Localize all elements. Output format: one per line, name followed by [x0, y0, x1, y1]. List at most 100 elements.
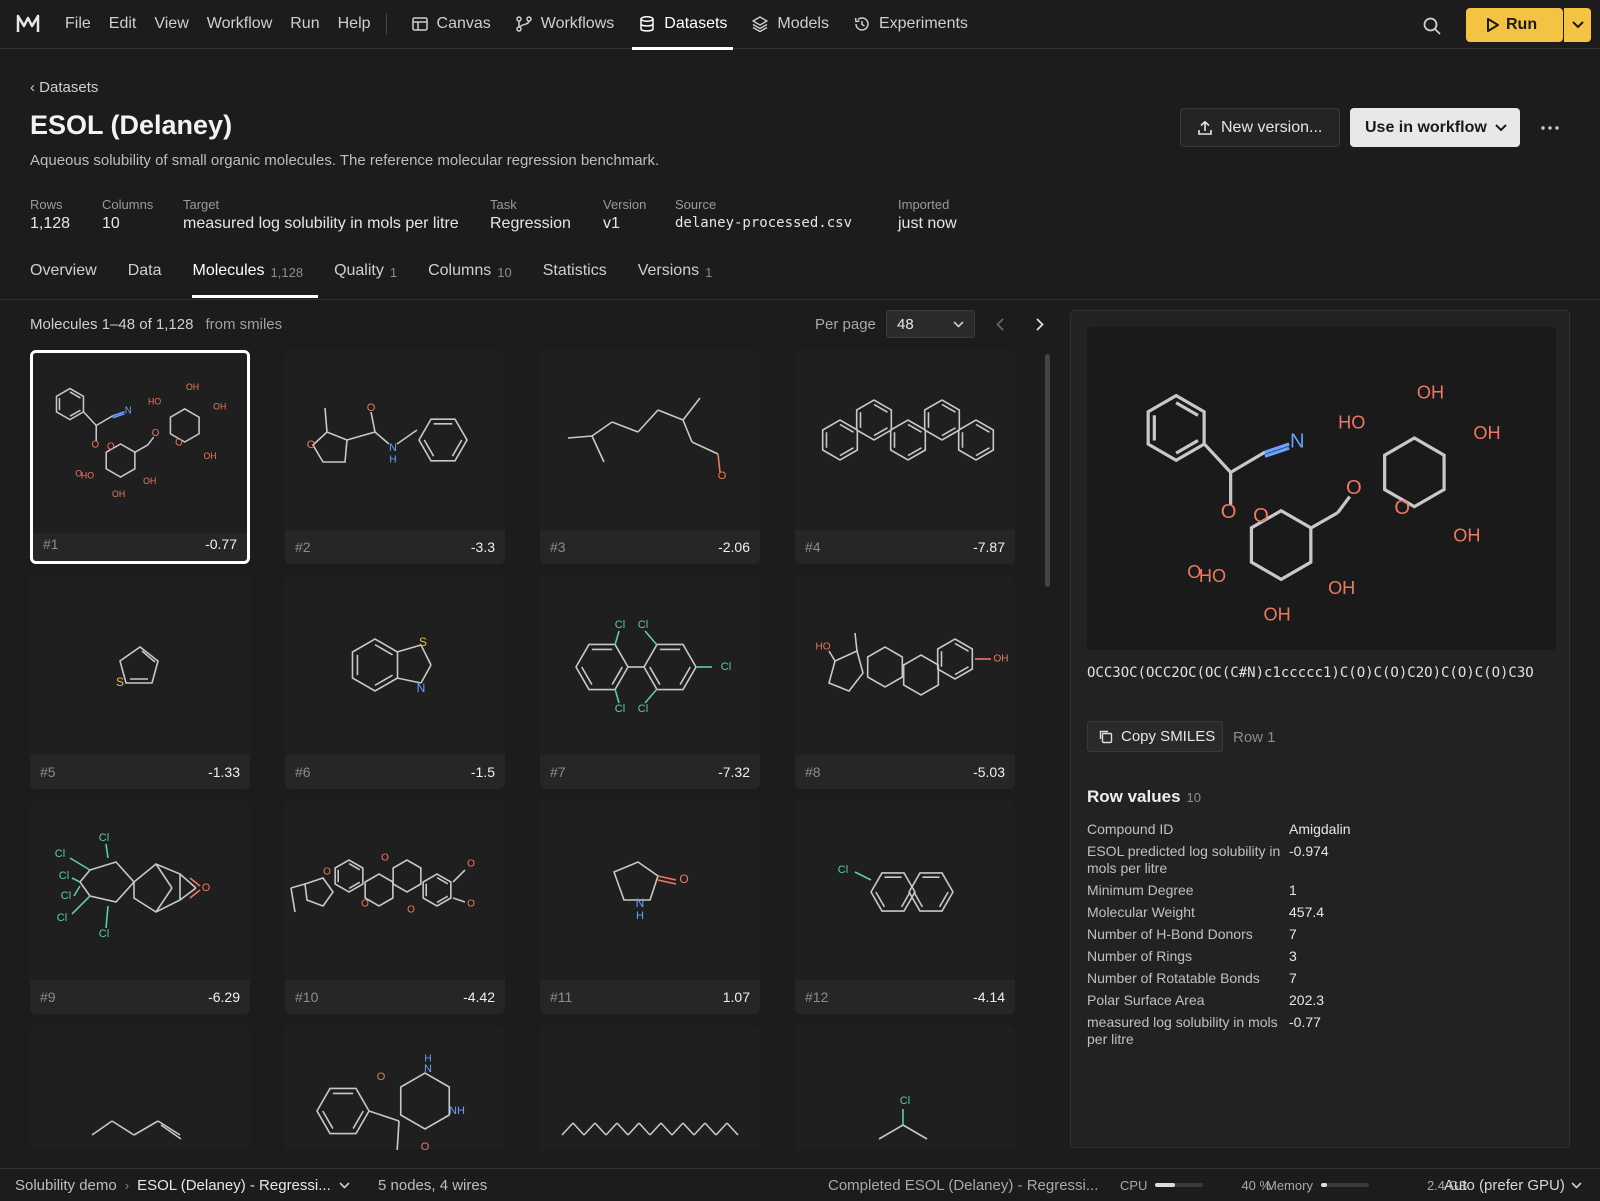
svg-text:Cl: Cl: [721, 661, 731, 673]
molecule-card[interactable]: N O O O O HO OH OH OH HO OH OH O #1 -0.77: [30, 350, 250, 564]
previous-page-button[interactable]: [989, 312, 1011, 336]
row-value-item: Molecular Weight 457.4: [1087, 904, 1557, 921]
nav-tab-experiments[interactable]: Experiments: [841, 0, 980, 49]
molecule-card[interactable]: O #3 -2.06: [540, 350, 760, 564]
tab-versions[interactable]: Versions 1: [638, 262, 728, 298]
molecule-card[interactable]: HO OH #8 -5.03: [795, 575, 1015, 789]
molecule-structure: [540, 1025, 760, 1150]
per-page-select[interactable]: 48: [886, 310, 975, 338]
breadcrumb[interactable]: ‹ Datasets: [30, 79, 98, 96]
nav-tab-datasets[interactable]: Datasets: [626, 0, 739, 50]
nav-tab-canvas[interactable]: Canvas: [399, 0, 503, 49]
svg-text:O: O: [679, 872, 688, 886]
chevron-down-icon[interactable]: [339, 1181, 350, 1189]
menu-run[interactable]: Run: [281, 15, 328, 33]
target-value: -4.42: [463, 989, 495, 1005]
molecule-card-footer: #1 -0.77: [33, 527, 247, 561]
molecule-structure: O: [540, 350, 760, 530]
svg-text:N: N: [417, 681, 426, 695]
tab-molecules[interactable]: Molecules 1,128: [192, 262, 318, 298]
svg-text:Cl: Cl: [615, 619, 625, 631]
grid-scrollbar[interactable]: [1045, 354, 1050, 587]
row-value-key: Polar Surface Area: [1087, 992, 1205, 1008]
project-name[interactable]: Solubility demo: [15, 1177, 117, 1194]
molecule-card[interactable]: O O O O O O #10 -4.42: [285, 800, 505, 1014]
nav-tab-models[interactable]: Models: [739, 0, 841, 49]
run-options-button[interactable]: [1563, 8, 1591, 42]
workflow-selector[interactable]: ESOL (Delaney) - Regressi...: [137, 1177, 331, 1194]
tab-label: Molecules: [192, 262, 265, 279]
svg-text:Cl: Cl: [838, 864, 848, 876]
copy-smiles-label: Copy SMILES: [1121, 728, 1216, 745]
stat-label: Task: [490, 197, 517, 212]
molecule-card[interactable]: Cl #12 -4.14: [795, 800, 1015, 1014]
memory-meter: Memory 2.4 GB: [1266, 1169, 1467, 1201]
chevron-down-icon: [953, 320, 964, 328]
tab-label: Quality: [334, 262, 384, 279]
tab-count: 1: [389, 265, 398, 280]
svg-text:O: O: [367, 402, 376, 414]
copy-smiles-button[interactable]: Copy SMILES: [1087, 721, 1223, 752]
menu-view[interactable]: View: [145, 15, 197, 33]
tab-count: 1: [705, 265, 713, 280]
target-value: -5.03: [973, 764, 1005, 780]
menu-help[interactable]: Help: [329, 15, 380, 33]
menu-file[interactable]: File: [56, 15, 100, 33]
svg-text:O: O: [361, 899, 369, 910]
molecule-card[interactable]: O N H NH O: [285, 1025, 505, 1150]
menu-edit[interactable]: Edit: [100, 15, 146, 33]
use-in-workflow-button[interactable]: Use in workflow: [1350, 108, 1520, 147]
tab-data[interactable]: Data: [128, 262, 177, 298]
tab-quality[interactable]: Quality 1: [334, 262, 412, 298]
search-button[interactable]: [1418, 12, 1446, 40]
stat-source: Source delaney-processed.csv: [675, 197, 852, 231]
row-index: #3: [550, 539, 566, 555]
app-logo[interactable]: [0, 0, 56, 49]
row-values-heading: Row values: [1087, 787, 1181, 806]
molecule-card[interactable]: [30, 1025, 250, 1150]
next-page-button[interactable]: [1029, 312, 1051, 336]
row-value-key: Number of H-Bond Donors: [1087, 926, 1253, 942]
run-status[interactable]: Completed ESOL (Delaney) - Regressi...: [828, 1169, 1098, 1201]
row-values-table: Compound ID Amigdalin ESOL predicted log s…: [1087, 821, 1557, 1053]
row-value-item: Number of Rotatable Bonds 7: [1087, 970, 1557, 987]
molecule-card[interactable]: S N #6 -1.5: [285, 575, 505, 789]
row-value: 1: [1289, 882, 1297, 898]
molecule-card[interactable]: Cl Cl Cl Cl Cl #7 -7.32: [540, 575, 760, 789]
molecule-card[interactable]: O Cl Cl Cl Cl Cl Cl #9 -6.29: [30, 800, 250, 1014]
row-value: 202.3: [1289, 992, 1325, 1008]
row-value-item: Number of Rings 3: [1087, 948, 1557, 965]
molecule-card[interactable]: O N H #11 1.07: [540, 800, 760, 1014]
stat-label: Target: [183, 197, 220, 212]
chevron-down-icon: [1495, 123, 1507, 131]
molecule-card-footer: #10 -4.42: [285, 980, 505, 1014]
molecule-card[interactable]: [540, 1025, 760, 1150]
molecule-card[interactable]: #4 -7.87: [795, 350, 1015, 564]
tab-columns[interactable]: Columns 10: [428, 262, 527, 298]
molecule-card[interactable]: Cl: [795, 1025, 1015, 1150]
molecule-card-footer: #5 -1.33: [30, 755, 250, 789]
target-value: -3.3: [470, 539, 495, 555]
molecule-card[interactable]: O O N H #2 -3.3: [285, 350, 505, 564]
row-value-item: measured log solubility in mols per litr…: [1087, 1014, 1557, 1048]
svg-text:Cl: Cl: [99, 928, 109, 940]
molecule-card-footer: #4 -7.87: [795, 530, 1015, 564]
molecule-card[interactable]: S #5 -1.33: [30, 575, 250, 789]
molecule-detail-panel: N O O O O HO OH OH OH HO OH OH O OCC3OC(OCC2OC(OC(C#…: [1070, 310, 1570, 1148]
use-in-workflow-label: Use in workflow: [1365, 118, 1487, 136]
run-button[interactable]: Run: [1466, 8, 1563, 42]
new-version-button[interactable]: New version...: [1180, 108, 1340, 147]
stat-value: just now: [898, 215, 957, 232]
more-options-button[interactable]: [1536, 114, 1564, 142]
tab-statistics[interactable]: Statistics: [543, 262, 622, 298]
tab-overview[interactable]: Overview: [30, 262, 112, 298]
molecule-structure: N O O O O HO OH OH OH HO OH OH O: [33, 353, 247, 533]
row-value: -0.77: [1289, 1014, 1321, 1030]
svg-text:O: O: [202, 882, 211, 894]
nav-tab-workflows[interactable]: Workflows: [503, 0, 627, 49]
svg-text:HO: HO: [148, 396, 161, 406]
menu-workflow[interactable]: Workflow: [198, 15, 282, 33]
device-selector[interactable]: Auto (prefer GPU): [1444, 1169, 1582, 1201]
svg-text:H: H: [636, 910, 644, 922]
row-values-title: Row values 10: [1087, 787, 1201, 807]
